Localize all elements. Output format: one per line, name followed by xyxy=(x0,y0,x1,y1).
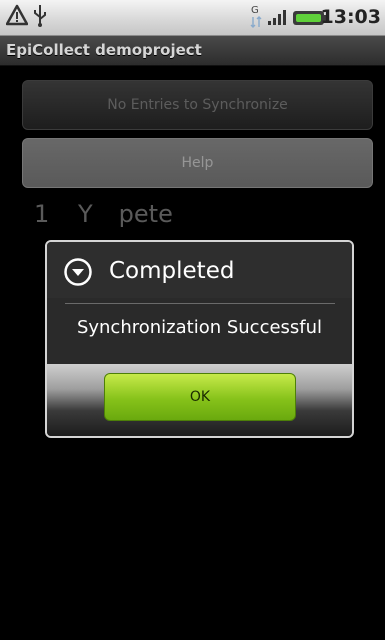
dialog-header: Completed xyxy=(47,242,352,298)
dialog-message: Synchronization Successful xyxy=(76,317,323,338)
warning-icon xyxy=(5,4,29,30)
status-bar: G 13:03 xyxy=(0,0,385,36)
dialog-title: Completed xyxy=(109,258,235,284)
svg-text:G: G xyxy=(251,5,259,16)
app-title: EpiCollect demoproject xyxy=(6,41,202,59)
chevron-down-icon xyxy=(63,257,93,291)
app-title-bar: EpiCollect demoproject xyxy=(0,36,385,66)
clock: 13:03 xyxy=(320,6,381,28)
signal-icon xyxy=(268,8,288,30)
completed-dialog: Completed Synchronization Successful OK xyxy=(45,240,354,438)
ok-button[interactable]: OK xyxy=(104,373,296,421)
dialog-footer: OK xyxy=(47,364,352,436)
usb-icon xyxy=(32,4,48,32)
dialog-divider xyxy=(65,303,335,304)
data-icon: G xyxy=(250,3,262,33)
ok-button-label: OK xyxy=(189,389,211,405)
